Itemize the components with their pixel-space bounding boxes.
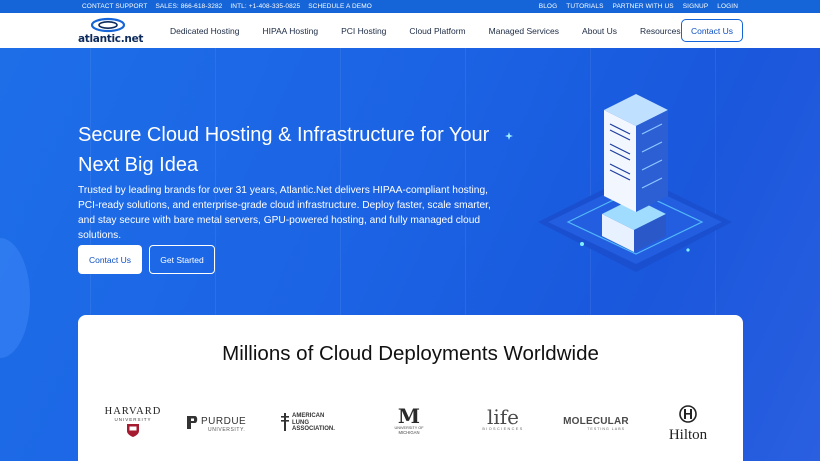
purdue-sub: UNIVERSITY. — [208, 427, 246, 433]
tutorials-link[interactable]: TUTORIALS — [566, 3, 603, 10]
harvard-logo: HARVARD UNIVERSITY — [98, 406, 168, 443]
purdue-wordmark: PURDUE — [201, 416, 247, 427]
hero-title: Secure Cloud Hosting & Infrastructure fo… — [78, 124, 490, 176]
login-link[interactable]: LOGIN — [717, 3, 738, 10]
harvard-wordmark: HARVARD — [104, 406, 162, 417]
lung-line-3: ASSOCIATION. — [292, 426, 335, 433]
logo-wordmark: atlantic.net — [78, 33, 144, 45]
contact-support-link[interactable]: CONTACT SUPPORT — [82, 3, 147, 10]
utility-links-left: CONTACT SUPPORT SALES: 866-618-3282 INTL… — [82, 3, 372, 10]
purdue-p-icon — [187, 416, 198, 429]
nav-cloud-platform[interactable]: Cloud Platform — [409, 26, 465, 36]
lung-line-1: AMERICAN — [292, 413, 325, 419]
intl-phone-link[interactable]: INTL: +1-408-335-0825 — [230, 3, 300, 10]
michigan-sub-2: MICHIGAN — [398, 430, 420, 435]
atlantic-net-logo[interactable]: atlantic.net — [78, 17, 144, 45]
lung-cross-icon — [281, 413, 289, 431]
sales-phone-link[interactable]: SALES: 866-618-3282 — [155, 3, 222, 10]
utility-bar: CONTACT SUPPORT SALES: 866-618-3282 INTL… — [0, 0, 820, 13]
michigan-m: M — [397, 404, 421, 428]
server-tower-illustration — [538, 94, 732, 272]
nav-resources[interactable]: Resources — [640, 26, 681, 36]
signup-link[interactable]: SIGNUP — [683, 3, 709, 10]
decorative-glow — [0, 238, 30, 358]
get-started-button[interactable]: Get Started — [149, 245, 215, 274]
nav-menu: Dedicated Hosting HIPAA Hosting PCI Host… — [170, 26, 681, 36]
molecular-wordmark: MOLECULAR — [563, 416, 629, 427]
nav-pci-hosting[interactable]: PCI Hosting — [341, 26, 386, 36]
hilton-wordmark: Hilton — [668, 427, 708, 443]
nav-hipaa-hosting[interactable]: HIPAA Hosting — [262, 26, 318, 36]
lung-line-2: LUNG — [292, 419, 309, 426]
nav-dedicated-hosting[interactable]: Dedicated Hosting — [170, 26, 239, 36]
deployments-title: Millions of Cloud Deployments Worldwide — [222, 342, 599, 365]
hero-contact-button[interactable]: Contact Us — [78, 245, 142, 274]
client-logos: HARVARD UNIVERSITY PURDUE UNIVERSITY. AM… — [78, 403, 743, 448]
molecular-testing-logo: MOLECULAR TESTING LABS — [559, 416, 633, 431]
sparkle-icon — [505, 132, 513, 140]
hero-description: Trusted by leading brands for over 31 ye… — [78, 185, 491, 241]
hilton-logo: Hilton — [658, 405, 718, 443]
blog-link[interactable]: BLOG — [539, 3, 557, 10]
nav-contact-button[interactable]: Contact Us — [681, 19, 743, 42]
life-biosciences-logo: life BIOSCIENCES — [474, 407, 532, 431]
schedule-demo-link[interactable]: SCHEDULE A DEMO — [308, 3, 372, 10]
utility-links-right: BLOG TUTORIALS PARTNER WITH US SIGNUP LO… — [539, 3, 738, 10]
hero-section: Secure Cloud Hosting & Infrastructure fo… — [0, 48, 820, 461]
partner-link[interactable]: PARTNER WITH US — [613, 3, 674, 10]
nav-about-us[interactable]: About Us — [582, 26, 617, 36]
main-nav: atlantic.net Dedicated Hosting HIPAA Hos… — [0, 13, 820, 48]
harvard-sub: UNIVERSITY — [114, 417, 152, 422]
deployments-card: Millions of Cloud Deployments Worldwide … — [78, 315, 743, 461]
molecular-sub: TESTING LABS — [587, 427, 625, 431]
hilton-emblem-icon — [679, 405, 697, 423]
logo-swoosh-icon — [90, 17, 126, 33]
michigan-logo: M UNIVERSITY OF MICHIGAN — [388, 404, 430, 435]
nav-managed-services[interactable]: Managed Services — [489, 26, 559, 36]
life-sub: BIOSCIENCES — [482, 427, 524, 431]
harvard-shield-icon — [127, 424, 139, 437]
life-wordmark: life — [486, 405, 520, 429]
